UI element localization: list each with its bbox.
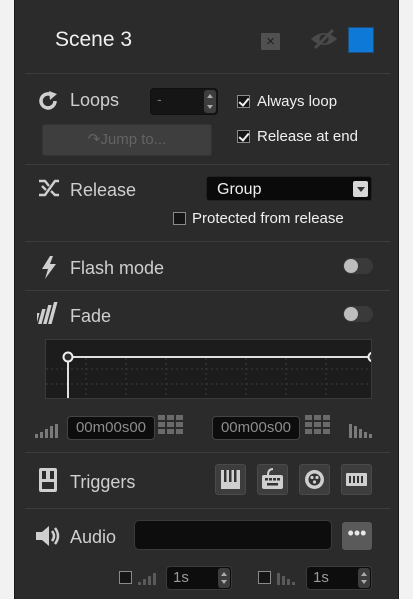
flash-mode-toggle[interactable] xyxy=(343,258,373,274)
audio-browse-button[interactable]: ••• xyxy=(342,522,372,550)
divider xyxy=(25,452,390,453)
chevron-down-icon xyxy=(353,181,368,197)
hidden-eye-icon[interactable] xyxy=(309,28,339,50)
divider xyxy=(25,164,390,165)
divider xyxy=(25,73,390,74)
loop-icon xyxy=(39,91,57,110)
midi-trigger-button[interactable] xyxy=(215,464,246,495)
loops-label: Loops xyxy=(70,90,120,110)
scene-color-swatch[interactable] xyxy=(348,27,374,53)
audio-fade-in-value: 1s xyxy=(173,569,189,586)
triggers-label: Triggers xyxy=(70,472,136,492)
fade-icon xyxy=(37,302,58,324)
always-loop-checkbox[interactable] xyxy=(237,95,250,108)
protected-from-release-checkbox[interactable] xyxy=(173,212,186,225)
keypad-icon[interactable] xyxy=(305,415,331,439)
audio-fade-out-checkbox[interactable] xyxy=(258,571,271,584)
jump-to-label: Jump to... xyxy=(100,131,167,148)
audio-fade-out-input[interactable]: 1s xyxy=(306,566,372,590)
audio-fade-out-value: 1s xyxy=(313,569,329,586)
protected-from-release-label: Protected from release xyxy=(192,210,344,227)
toggle-knob xyxy=(344,307,358,321)
release-icon xyxy=(39,179,59,197)
osc-icon xyxy=(305,470,324,489)
fade-curve-editor[interactable] xyxy=(45,339,379,399)
toggle-knob xyxy=(344,259,358,273)
audio-fade-out-icon xyxy=(277,573,295,585)
audio-label: Audio xyxy=(70,527,117,547)
fade-out-time-input[interactable]: 00m00s00 xyxy=(212,416,300,440)
loops-count-input[interactable]: - xyxy=(150,88,218,115)
audio-fade-in-checkbox[interactable] xyxy=(119,571,132,584)
always-loop-label: Always loop xyxy=(257,93,338,110)
divider xyxy=(25,241,390,242)
piano-icon xyxy=(221,470,240,489)
release-at-end-label: Release at end xyxy=(257,128,358,145)
audio-fade-in-icon xyxy=(138,573,156,585)
audio-fade-in-input[interactable]: 1s xyxy=(166,566,232,590)
keyboard-trigger-button[interactable] xyxy=(257,464,288,495)
fade-out-icon xyxy=(349,424,372,438)
divider xyxy=(25,508,390,509)
scene-panel: Scene 3 × Loops - Always loop ↷Jump to..… xyxy=(14,0,399,599)
release-at-end-checkbox[interactable] xyxy=(237,130,250,143)
flash-mode-label: Flash mode xyxy=(70,258,165,278)
close-button[interactable]: × xyxy=(261,33,280,50)
loops-stepper[interactable] xyxy=(204,90,216,113)
fade-curve xyxy=(46,351,379,398)
release-mode-select[interactable]: Group xyxy=(206,176,372,201)
keyboard-icon xyxy=(262,468,283,489)
fade-in-time-input[interactable]: 00m00s00 xyxy=(67,416,155,440)
dmx-icon xyxy=(346,473,367,486)
fade-in-icon xyxy=(35,424,58,438)
fade-toggle[interactable] xyxy=(343,306,373,322)
osc-trigger-button[interactable] xyxy=(299,464,330,495)
fade-label: Fade xyxy=(70,306,112,326)
loops-count-value: - xyxy=(157,91,162,107)
release-label: Release xyxy=(70,180,137,200)
scene-title: Scene 3 xyxy=(55,28,133,51)
jump-to-button[interactable]: ↷Jump to... xyxy=(42,124,212,156)
divider xyxy=(25,290,390,291)
dmx-trigger-button[interactable] xyxy=(341,464,372,495)
release-mode-value: Group xyxy=(217,181,262,198)
audio-file-field[interactable] xyxy=(134,520,332,550)
speaker-icon xyxy=(36,526,60,546)
lightning-icon xyxy=(42,256,56,279)
trigger-icon xyxy=(39,468,57,492)
audio-fade-out-stepper[interactable] xyxy=(358,568,370,588)
audio-fade-in-stepper[interactable] xyxy=(218,568,230,588)
jump-arrow-icon: ↷ xyxy=(87,131,101,148)
keypad-icon[interactable] xyxy=(158,415,184,439)
